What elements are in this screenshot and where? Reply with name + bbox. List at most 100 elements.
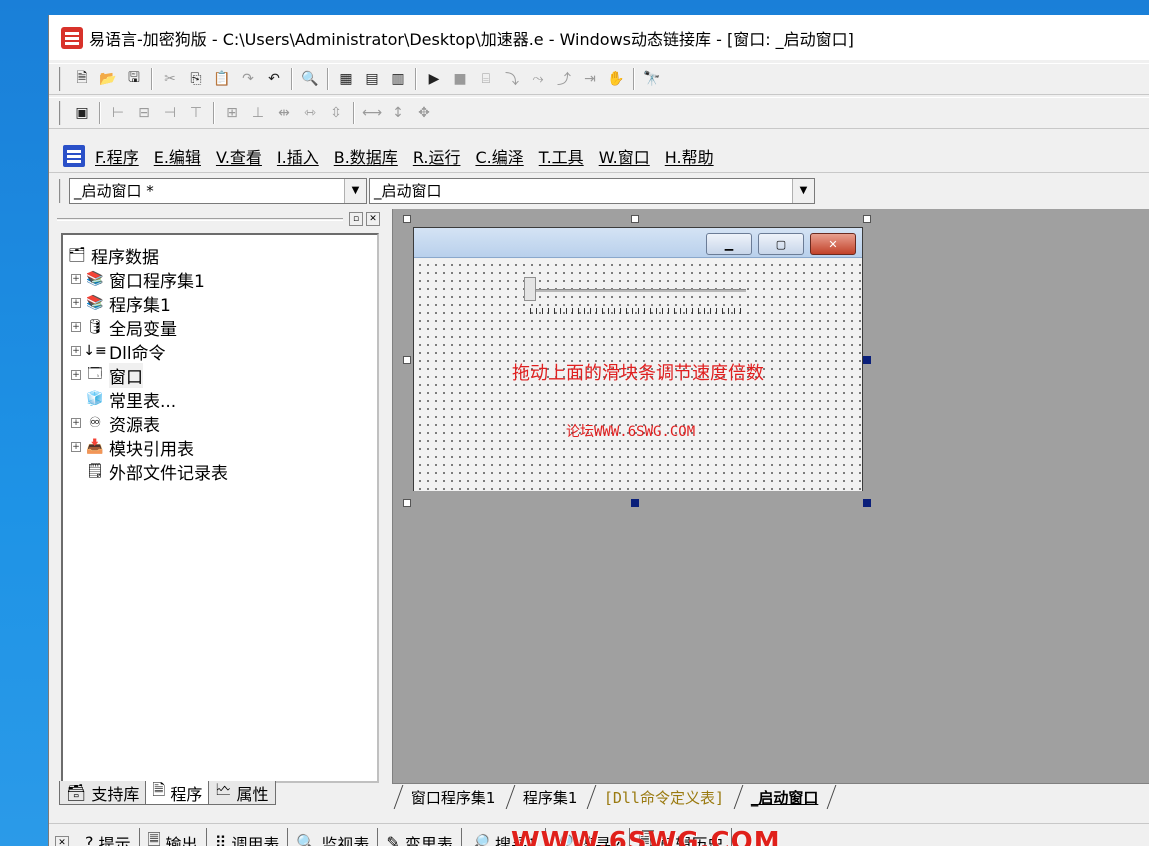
menu-compile[interactable]: C.编泽 [475, 144, 523, 168]
paste-icon[interactable]: 📋 [211, 68, 233, 90]
tree-item[interactable]: + ♾ 资源表 [67, 411, 377, 436]
resize-handle[interactable] [863, 215, 871, 223]
speed-slider-thumb[interactable] [524, 277, 536, 301]
center-h-icon[interactable]: ⟷ [361, 102, 383, 124]
object-combo[interactable]: _启动窗口 * ▼ [69, 177, 367, 204]
tree-item[interactable]: 🗒 外部文件记录表 [67, 459, 377, 484]
run-icon[interactable]: ▶ [423, 68, 445, 90]
panel-grip[interactable] [57, 217, 343, 221]
menu-run[interactable]: R.运行 [413, 144, 461, 168]
tree-item[interactable]: 🧊 常里表... [67, 387, 377, 412]
doc-tab-active[interactable]: _启动窗口 [733, 784, 837, 809]
resize-handle[interactable] [863, 356, 871, 364]
toolbar-grip[interactable] [59, 67, 63, 91]
center-both-icon[interactable]: ✥ [413, 102, 435, 124]
step-into-icon[interactable]: ⤵ [501, 68, 523, 90]
tree-item[interactable]: + 🗔 窗口 [67, 362, 377, 388]
forum-url-label[interactable]: 论坛WWW.6SWG.COM [566, 421, 695, 441]
hand-icon[interactable]: ✋ [605, 68, 627, 90]
tab-program[interactable]: 🗎 程序 [145, 780, 210, 805]
layout-1-icon[interactable]: ▦ [335, 68, 357, 90]
align-center-icon[interactable]: ⊟ [133, 102, 155, 124]
expand-icon[interactable]: + [71, 274, 81, 284]
form-designer-area[interactable]: ▁ ▢ ✕ 拖动上面的滑块条调节速度倍数 论坛WWW.6SWG.COM [392, 209, 1149, 783]
layout-3-icon[interactable]: ▥ [387, 68, 409, 90]
expand-icon[interactable]: + [71, 418, 81, 428]
menu-insert[interactable]: I.插入 [277, 144, 319, 168]
space-h-icon[interactable]: ⇿ [299, 102, 321, 124]
space-v-icon[interactable]: ⇳ [325, 102, 347, 124]
new-file-icon[interactable]: 🗎 [71, 68, 93, 90]
tab-library[interactable]: 🗃 支持库 [59, 781, 147, 805]
tree-item[interactable]: + 📚 程序集1 [67, 291, 377, 316]
minimize-icon[interactable]: ▁ [706, 233, 752, 255]
stop-icon[interactable]: ■ [449, 68, 471, 90]
open-folder-icon[interactable]: 📂 [97, 68, 119, 90]
tab-properties[interactable]: 🗠 属性 [208, 780, 276, 805]
tab-output[interactable]: 🗏 输出 [140, 827, 207, 846]
layout-2-icon[interactable]: ▤ [361, 68, 383, 90]
resize-handle[interactable] [403, 499, 411, 507]
expand-icon[interactable]: + [71, 322, 81, 332]
step-over-icon[interactable]: ⤳ [527, 68, 549, 90]
tab-hint[interactable]: ? 提示 [77, 827, 140, 846]
menu-tools[interactable]: T.工具 [539, 144, 584, 168]
expand-icon[interactable]: + [71, 370, 81, 380]
menu-window[interactable]: W.窗口 [599, 144, 650, 168]
find-icon[interactable]: 🔍 [299, 68, 321, 90]
toolbar-grip[interactable] [59, 178, 63, 203]
title-bar[interactable]: 易语言-加密狗版 - C:\Users\Administrator\Deskto… [49, 15, 1149, 60]
tree-item[interactable]: + 📚 窗口程序集1 [67, 267, 377, 292]
tab-variables[interactable]: ✎ 变里表 [378, 827, 462, 846]
expand-icon[interactable]: + [71, 442, 81, 452]
align-top-icon[interactable]: ⊤ [185, 102, 207, 124]
resize-handle[interactable] [863, 499, 871, 507]
menu-database[interactable]: B.数据库 [334, 144, 398, 168]
expand-icon[interactable]: + [71, 346, 81, 356]
form-canvas[interactable]: 拖动上面的滑块条调节速度倍数 论坛WWW.6SWG.COM [414, 259, 862, 491]
close-icon[interactable]: ✕ [55, 835, 69, 846]
align-bottom-icon[interactable]: ⊥ [247, 102, 269, 124]
debug-1-icon[interactable]: ⌸ [475, 68, 497, 90]
menu-view[interactable]: V.查看 [216, 144, 262, 168]
restore-icon[interactable]: ▫ [349, 212, 363, 226]
expand-icon[interactable]: + [71, 298, 81, 308]
close-icon[interactable]: ✕ [810, 233, 856, 255]
center-v-icon[interactable]: ↕ [387, 102, 409, 124]
undo-icon[interactable]: ↶ [263, 68, 285, 90]
cut-icon[interactable]: ✂ [159, 68, 181, 90]
tab-call-stack[interactable]: ⠿ 调用表 [207, 827, 289, 846]
copy-icon[interactable]: ⎘ [185, 68, 207, 90]
resize-handle[interactable] [403, 215, 411, 223]
design-form[interactable]: ▁ ▢ ✕ 拖动上面的滑块条调节速度倍数 论坛WWW.6SWG.COM [413, 227, 863, 491]
chevron-down-icon[interactable]: ▼ [792, 178, 814, 203]
run-to-cursor-icon[interactable]: ⇥ [579, 68, 601, 90]
search-binoculars-icon[interactable]: 🔭 [641, 68, 663, 90]
align-panel-icon[interactable]: ▣ [71, 102, 93, 124]
align-middle-icon[interactable]: ⊞ [221, 102, 243, 124]
menu-help[interactable]: H.帮助 [665, 144, 714, 168]
redo-icon[interactable]: ↷ [237, 68, 259, 90]
menu-edit[interactable]: E.编辑 [154, 144, 201, 168]
form-title-bar[interactable]: ▁ ▢ ✕ [414, 228, 862, 258]
doc-tab[interactable]: 窗口程序集1 [393, 784, 512, 809]
tab-watch[interactable]: 🔍 监视表 [288, 827, 379, 846]
save-icon[interactable]: 🖫 [123, 68, 145, 90]
speed-slider-track[interactable] [534, 289, 746, 292]
tree-root[interactable]: 🗂 程序数据 [67, 243, 377, 268]
tree-item[interactable]: + 📥 模块引用表 [67, 435, 377, 460]
tree-item[interactable]: + ↓≡ Dll命令 [67, 339, 377, 364]
resize-handle[interactable] [631, 215, 639, 223]
align-right-icon[interactable]: ⊣ [159, 102, 181, 124]
tree-item[interactable]: + 🛢 全局变量 [67, 315, 377, 340]
hint-label[interactable]: 拖动上面的滑块条调节速度倍数 [512, 359, 764, 385]
resize-handle[interactable] [403, 356, 411, 364]
step-out-icon[interactable]: ⤴ [553, 68, 575, 90]
event-combo[interactable]: _启动窗口 ▼ [369, 177, 815, 204]
resize-handle[interactable] [631, 499, 639, 507]
doc-tab[interactable]: [Dll命令定义表] [586, 784, 741, 809]
menu-program[interactable]: F.程序 [95, 144, 139, 168]
same-width-icon[interactable]: ⇹ [273, 102, 295, 124]
chevron-down-icon[interactable]: ▼ [344, 178, 366, 203]
toolbar-grip[interactable] [59, 101, 63, 125]
